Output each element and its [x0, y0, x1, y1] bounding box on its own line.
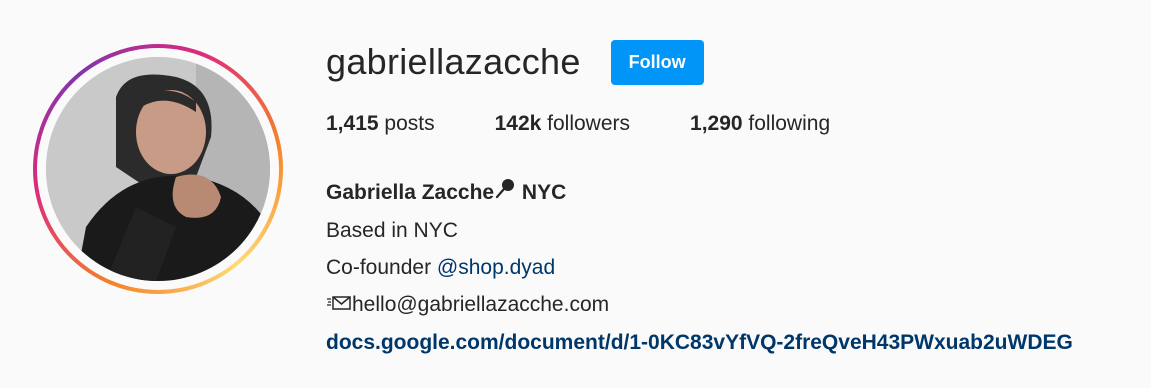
name-suffix: NYC: [516, 181, 567, 204]
follow-button[interactable]: Follow: [610, 39, 704, 85]
avatar-photo: [46, 57, 270, 281]
bio-cofounder: Co-founder @shop.dyad: [326, 249, 1073, 286]
external-link[interactable]: docs.google.com/document/d/1-0KC83vYfVQ-…: [326, 331, 1073, 354]
mention-link[interactable]: @shop.dyad: [437, 256, 555, 279]
bio: Gabriella Zacche NYC Based in NYC Co-fou…: [326, 174, 1073, 361]
username-row: gabriellazacche Follow: [326, 38, 704, 86]
followers-count: 142k: [494, 112, 542, 135]
following-stat[interactable]: 1,290 following: [690, 112, 830, 136]
followers-label: followers: [541, 112, 631, 135]
posts-stat: 1,415 posts: [326, 112, 435, 136]
cofounder-prefix: Co-founder: [326, 255, 437, 279]
email-text: hello@gabriellazacche.com: [352, 292, 610, 316]
profile-stats: 1,415 posts 142k followers 1,290 followi…: [326, 112, 890, 136]
bio-email: hello@gabriellazacche.com: [326, 286, 1073, 324]
envelope-icon: [326, 287, 352, 324]
pin-icon: [494, 175, 516, 212]
profile-header: gabriellazacche Follow 1,415 posts 142k …: [0, 0, 1151, 388]
full-name: Gabriella Zacche: [326, 181, 495, 204]
followers-stat[interactable]: 142k followers: [495, 112, 630, 136]
following-count: 1,290: [690, 112, 743, 135]
bio-link-line: docs.google.com/document/d/1-0KC83vYfVQ-…: [326, 324, 1073, 361]
full-name-line: Gabriella Zacche NYC: [326, 174, 1073, 212]
posts-label: posts: [378, 112, 435, 135]
avatar[interactable]: [46, 57, 270, 281]
bio-location: Based in NYC: [326, 218, 458, 242]
following-label: following: [742, 112, 831, 135]
story-ring[interactable]: [33, 44, 283, 294]
posts-count: 1,415: [326, 112, 379, 135]
username: gabriellazacche: [326, 41, 581, 82]
